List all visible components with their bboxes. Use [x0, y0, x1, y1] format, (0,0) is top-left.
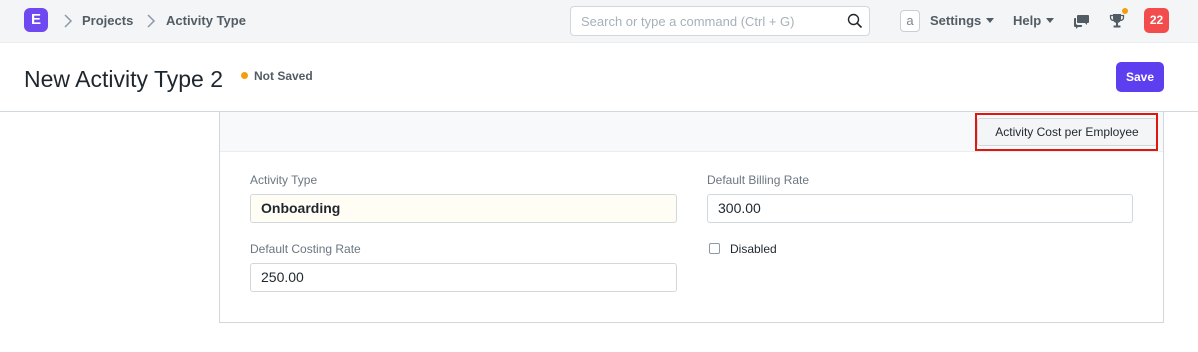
- breadcrumb-projects[interactable]: Projects: [82, 13, 133, 29]
- default-billing-rate-field[interactable]: 300.00: [707, 194, 1133, 223]
- caret-down-icon: [986, 18, 995, 23]
- help-dropdown[interactable]: Help: [1013, 13, 1055, 29]
- disabled-label: Disabled: [730, 242, 777, 256]
- trophy-icon[interactable]: [1108, 12, 1126, 30]
- default-costing-rate-label: Default Costing Rate: [250, 242, 361, 256]
- settings-dropdown[interactable]: Settings: [930, 13, 995, 29]
- default-costing-rate-field[interactable]: 250.00: [250, 263, 677, 292]
- activity-type-label: Activity Type: [250, 173, 318, 187]
- search-icon[interactable]: [847, 13, 863, 29]
- help-label: Help: [1013, 13, 1042, 28]
- search-input[interactable]: [571, 7, 841, 35]
- page-head: New Activity Type 2: [0, 43, 1198, 112]
- unread-indicator-dot: [1122, 8, 1128, 14]
- app-logo[interactable]: E: [24, 8, 48, 32]
- status-badge: Not Saved: [254, 69, 313, 83]
- not-saved-indicator-dot: [241, 72, 248, 79]
- form-toolbar: Activity Cost per Employee: [220, 112, 1163, 152]
- avatar[interactable]: a: [900, 10, 920, 32]
- save-button[interactable]: Save: [1116, 62, 1164, 92]
- search-bar: [570, 6, 870, 36]
- page-title: New Activity Type 2: [24, 66, 223, 92]
- default-billing-rate-label: Default Billing Rate: [707, 173, 810, 187]
- navbar: E Projects Activity Type a Settings Help: [0, 0, 1198, 43]
- settings-label: Settings: [930, 13, 982, 28]
- chevron-right-icon: [145, 12, 157, 30]
- chat-bubbles-icon[interactable]: [1073, 12, 1091, 30]
- caret-down-icon: [1046, 18, 1055, 23]
- activity-cost-per-employee-button[interactable]: Activity Cost per Employee: [977, 118, 1157, 146]
- notifications-badge[interactable]: 22: [1144, 8, 1169, 33]
- breadcrumb-activity-type[interactable]: Activity Type: [166, 13, 246, 29]
- disabled-checkbox[interactable]: [709, 243, 720, 254]
- activity-type-field[interactable]: Onboarding: [250, 194, 677, 223]
- chevron-right-icon: [62, 12, 74, 30]
